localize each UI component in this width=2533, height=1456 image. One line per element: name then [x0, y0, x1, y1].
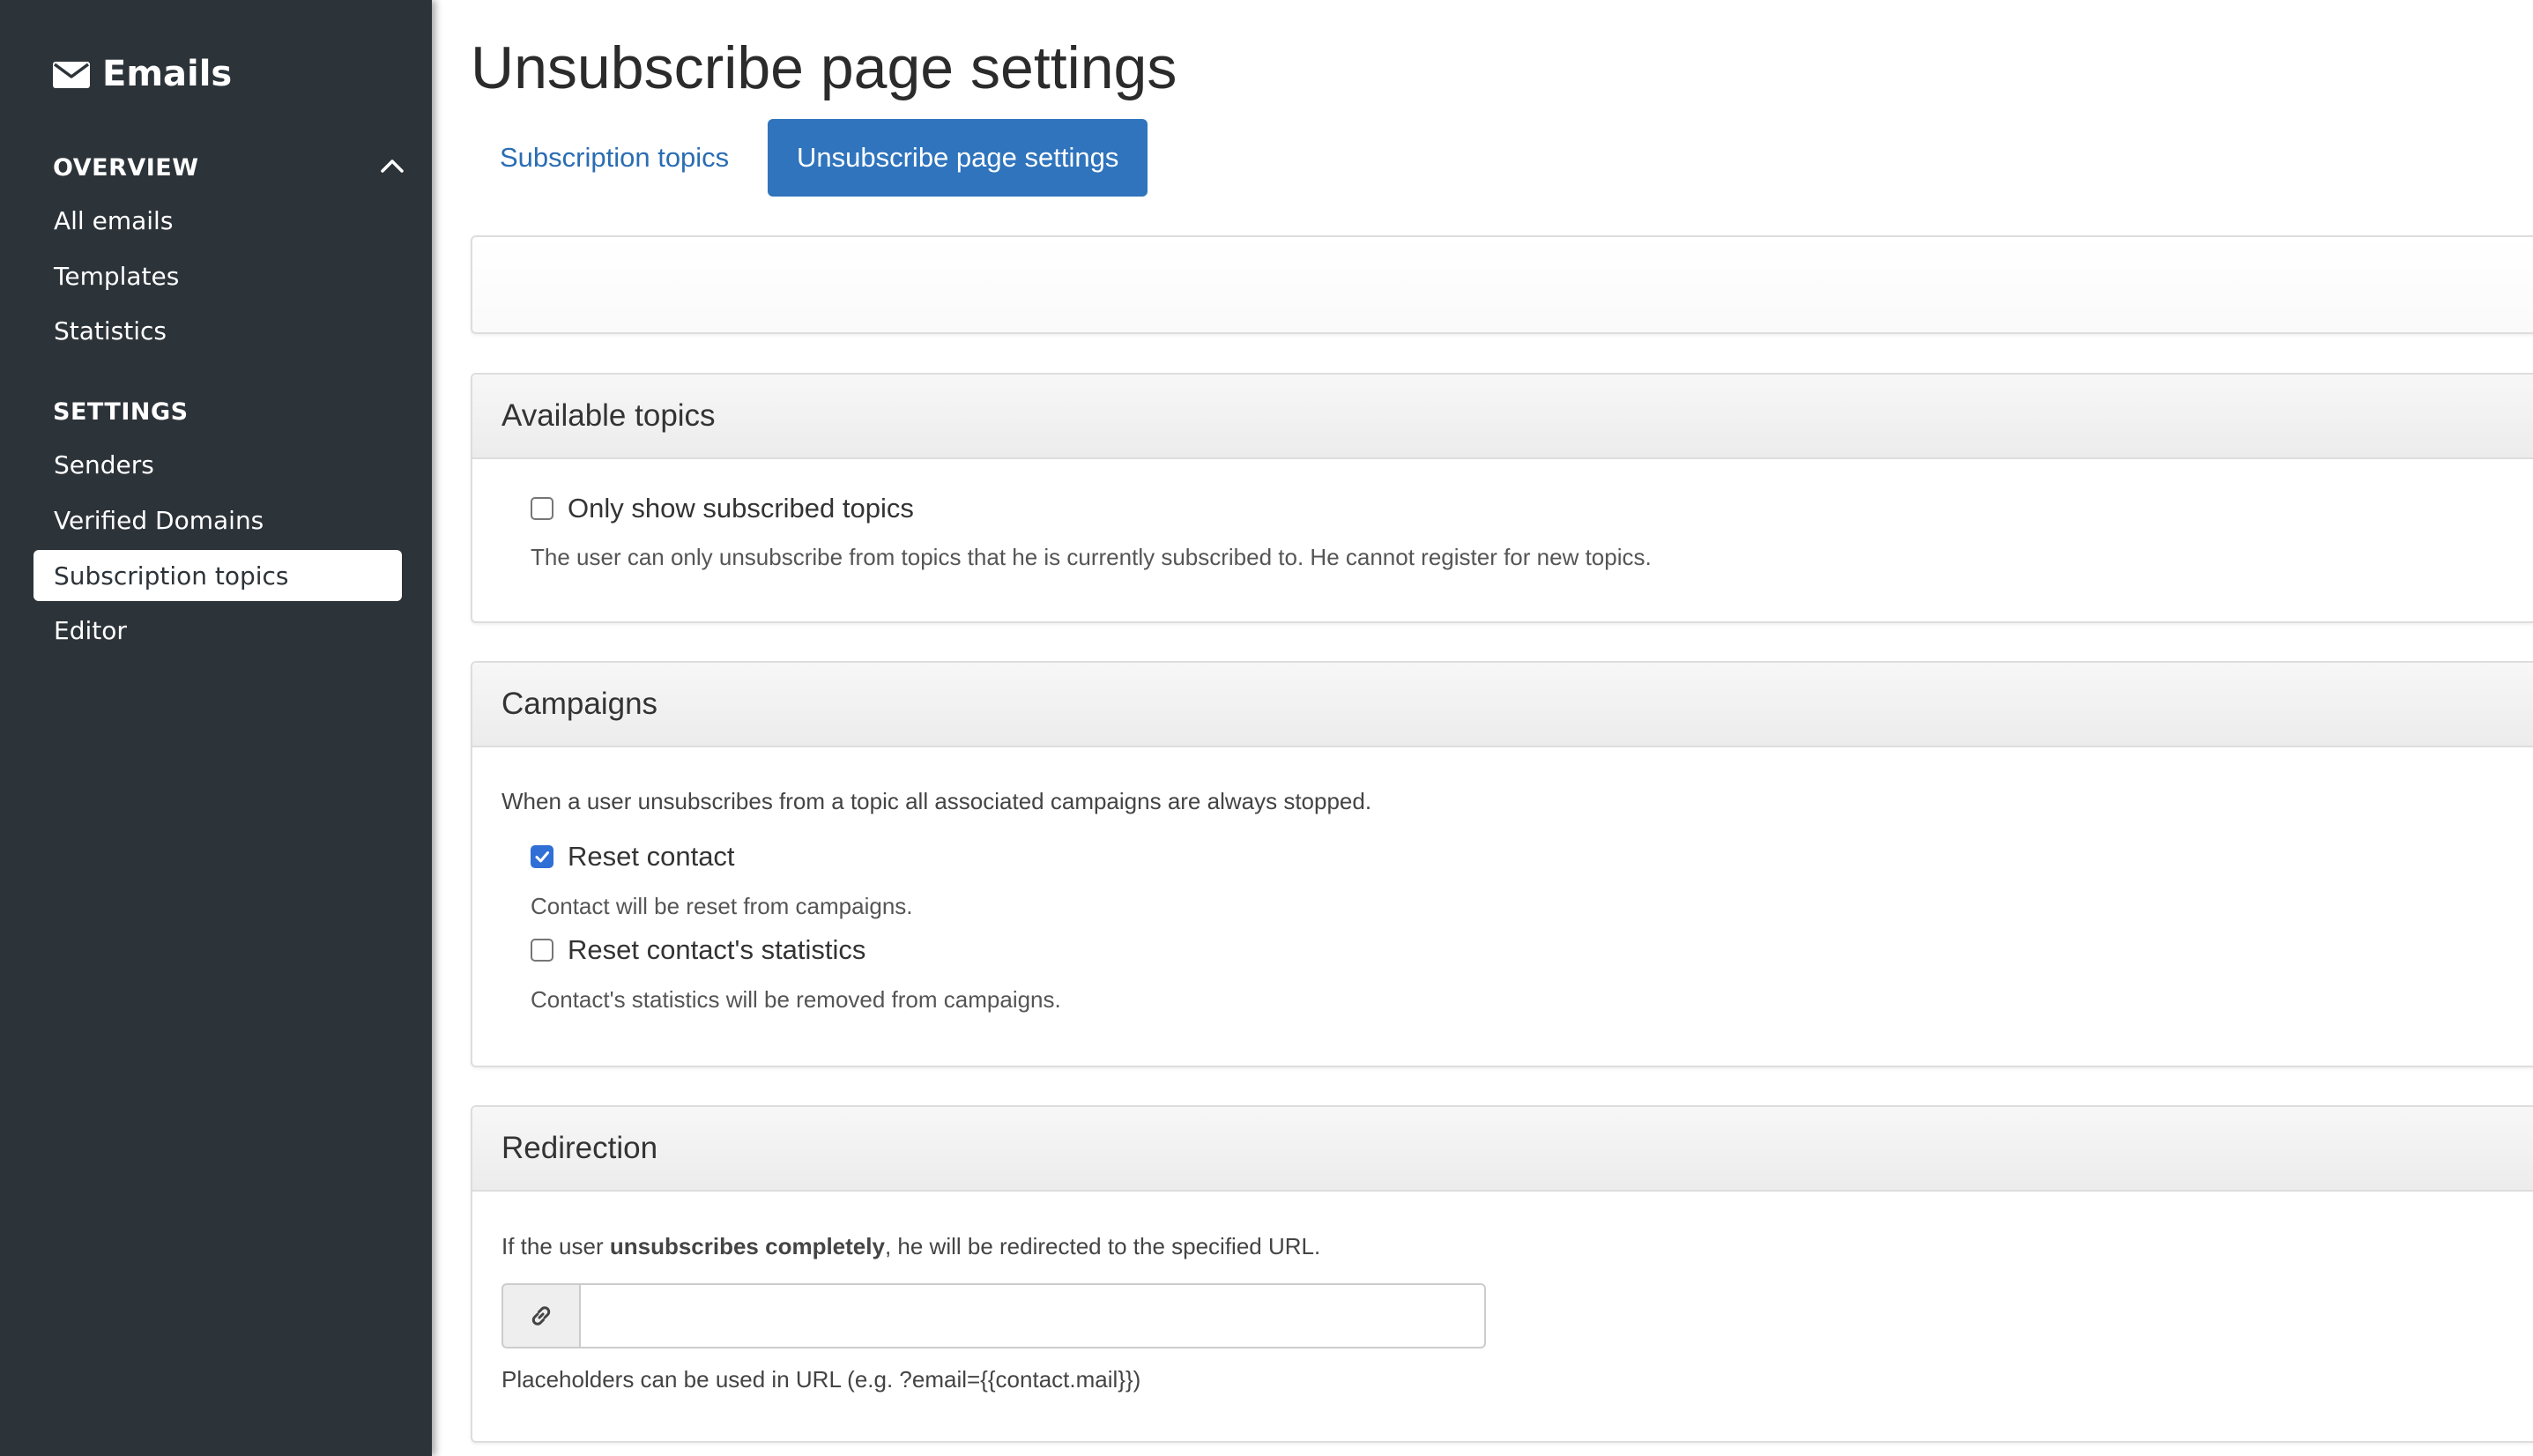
sidebar-item-all-emails[interactable]: All emails	[33, 195, 402, 246]
sidebar-title: Emails	[102, 54, 233, 94]
tab-unsubscribe-page-settings[interactable]: Unsubscribe page settings	[768, 119, 1148, 197]
reset-contact-label: Reset contact	[568, 841, 735, 872]
sidebar: Emails OVERVIEW All emails Templates Sta…	[0, 0, 432, 1456]
redirection-description: If the user unsubscribes completely, he …	[501, 1233, 1320, 1260]
redirection-heading: Redirection	[472, 1107, 2533, 1192]
only-subscribed-topics-checkbox[interactable]	[531, 497, 553, 520]
redirection-desc-suffix: , he will be redirected to the specified…	[884, 1233, 1321, 1259]
sidebar-item-statistics[interactable]: Statistics	[33, 305, 402, 356]
reset-stats-label: Reset contact's statistics	[568, 934, 866, 965]
redirection-desc-bold: unsubscribes completely	[609, 1233, 885, 1259]
sidebar-item-senders[interactable]: Senders	[33, 439, 402, 490]
reset-stats-option[interactable]: Reset contact's statistics	[531, 934, 865, 966]
chevron-up-icon[interactable]	[379, 152, 405, 179]
campaigns-description: When a user unsubscribes from a topic al…	[501, 788, 1372, 814]
reset-stats-help: Contact's statistics will be removed fro…	[531, 986, 1061, 1013]
redirect-url-input[interactable]	[579, 1283, 1486, 1348]
page-title: Unsubscribe page settings	[471, 34, 1177, 101]
redirection-desc-prefix: If the user	[501, 1233, 610, 1259]
redirect-url-addon	[501, 1283, 579, 1348]
link-icon	[531, 1306, 551, 1326]
sidebar-section-overview-label: OVERVIEW	[53, 154, 199, 182]
sidebar-section-overview[interactable]: OVERVIEW	[53, 154, 405, 182]
tab-subscription-topics[interactable]: Subscription topics	[471, 119, 758, 197]
only-subscribed-topics-label: Only show subscribed topics	[568, 493, 914, 524]
only-subscribed-topics-help: The user can only unsubscribe from topic…	[531, 544, 1652, 570]
only-subscribed-topics-option[interactable]: Only show subscribed topics	[531, 493, 914, 524]
available-topics-panel: Available topics Only show subscribed to…	[471, 373, 2533, 623]
empty-panel	[471, 235, 2533, 334]
reset-contact-checkbox[interactable]	[531, 845, 553, 868]
sidebar-item-verified-domains[interactable]: Verified Domains	[33, 494, 402, 546]
sidebar-item-templates[interactable]: Templates	[33, 250, 402, 301]
reset-contact-option[interactable]: Reset contact	[531, 841, 735, 873]
checkmark-icon	[535, 851, 549, 863]
envelope-icon	[53, 62, 90, 88]
sidebar-section-settings: SETTINGS	[53, 398, 405, 426]
campaigns-panel: Campaigns When a user unsubscribes from …	[471, 661, 2533, 1067]
redirection-panel: Redirection If the user unsubscribes com…	[471, 1105, 2533, 1443]
reset-contact-help: Contact will be reset from campaigns.	[531, 893, 913, 919]
reset-stats-checkbox[interactable]	[531, 939, 553, 962]
redirection-help: Placeholders can be used in URL (e.g. ?e…	[501, 1366, 1141, 1393]
redirect-url-group	[501, 1283, 1486, 1348]
campaigns-heading: Campaigns	[472, 663, 2533, 747]
sidebar-item-subscription-topics[interactable]: Subscription topics	[33, 550, 402, 601]
available-topics-heading: Available topics	[472, 375, 2533, 459]
sidebar-section-settings-label: SETTINGS	[53, 398, 189, 426]
sidebar-item-editor[interactable]: Editor	[33, 605, 402, 656]
main-content: Unsubscribe page settings Subscription t…	[432, 0, 2533, 1456]
sidebar-brand[interactable]: Emails	[53, 49, 232, 99]
